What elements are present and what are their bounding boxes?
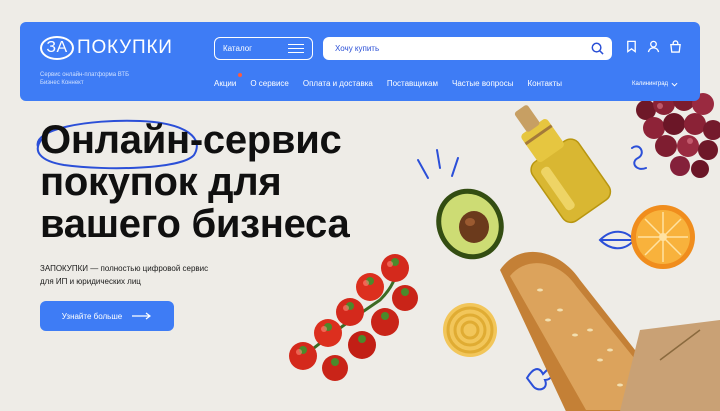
search-bar[interactable] <box>323 37 612 60</box>
city-selector[interactable]: Калининград <box>632 81 678 87</box>
main-nav: Акции О сервисе Оплата и доставка Постав… <box>214 73 562 88</box>
header-actions <box>625 40 682 53</box>
logo-wordmark: ПОКУПКИ <box>77 37 173 58</box>
search-icon[interactable] <box>591 42 604 55</box>
search-input[interactable] <box>335 44 591 53</box>
chevron-down-icon <box>671 82 678 87</box>
user-icon[interactable] <box>647 40 660 53</box>
catalog-button[interactable]: Каталог <box>214 37 313 60</box>
logo[interactable]: ЗА ПОКУПКИ <box>40 36 173 60</box>
bookmark-icon[interactable] <box>625 40 638 53</box>
nav-item-payment-delivery[interactable]: Оплата и доставка <box>303 79 373 88</box>
nav-item-about[interactable]: О сервисе <box>250 79 289 88</box>
nav-item-promotions[interactable]: Акции <box>214 73 243 88</box>
oil-bottle-image <box>514 105 612 224</box>
arrow-right-icon <box>132 312 152 320</box>
learn-more-button[interactable]: Узнайте больше <box>40 301 174 331</box>
nav-item-faq[interactable]: Частые вопросы <box>452 79 513 88</box>
hero-title: Онлайн-сервис покупок для вашего бизнеса <box>40 119 400 245</box>
cherry-tomatoes-image <box>289 254 418 381</box>
pasta-image <box>443 303 497 357</box>
hero-title-line: вашего бизнеса <box>40 202 350 246</box>
avocado-image <box>436 188 504 260</box>
site-header: ЗА ПОКУПКИ Сервис онлайн-платформа ВТБ Б… <box>20 22 700 101</box>
menu-icon <box>288 44 304 53</box>
hero-title-line: покупок для <box>40 160 282 204</box>
catalog-label: Каталог <box>223 44 253 53</box>
learn-more-label: Узнайте больше <box>61 311 123 321</box>
nav-item-suppliers[interactable]: Поставщикам <box>387 79 438 88</box>
cart-icon[interactable] <box>669 40 682 53</box>
tagline: Сервис онлайн-платформа ВТБ Бизнес Конне… <box>40 72 130 86</box>
orange-slice-image <box>631 205 695 269</box>
nav-item-contacts[interactable]: Контакты <box>527 79 562 88</box>
hero-title-line: Онлайн-сервис <box>40 118 342 162</box>
grapes-image <box>636 89 720 178</box>
page: ЗА ПОКУПКИ Сервис онлайн-платформа ВТБ Б… <box>0 0 720 411</box>
logo-mark: ЗА <box>40 36 74 60</box>
hero-description: ЗАПОКУПКИ — полностью цифровой сервис дл… <box>40 264 209 286</box>
new-indicator-dot <box>238 73 243 77</box>
city-label: Калининград <box>632 81 669 87</box>
